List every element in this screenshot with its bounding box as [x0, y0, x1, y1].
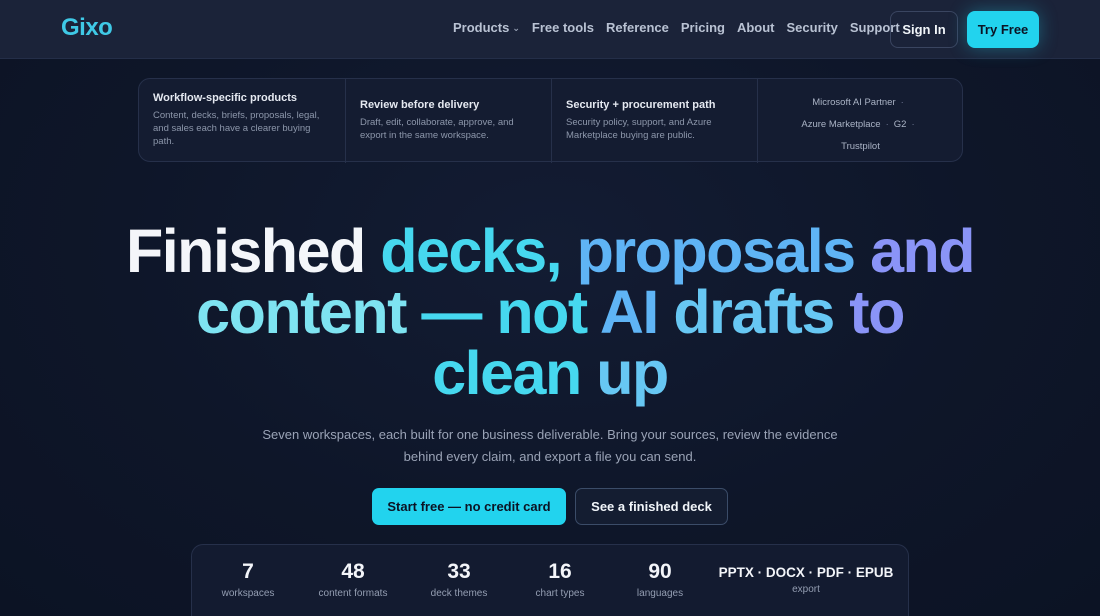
start-free-button[interactable]: Start free — no credit card: [372, 488, 566, 525]
feature-title: Workflow-specific products: [153, 92, 298, 104]
feature-title: Security + procurement path: [566, 99, 716, 111]
hero-subtitle: Seven workspaces, each built for one bus…: [262, 427, 838, 464]
nav-links: Products ⌄ Free tools Reference Pricing A…: [453, 20, 912, 35]
stat-workspaces: 7 workspaces: [207, 559, 289, 599]
hero-word: Finished: [125, 217, 366, 285]
badge-separator: ·: [885, 119, 889, 130]
feature-workflow-products: Workflow-specific products Content, deck…: [139, 79, 345, 163]
badge-trustpilot: Trustpilot: [841, 141, 880, 152]
stat-label: chart types: [535, 588, 585, 599]
stat-content-formats: 48 content formats: [303, 559, 403, 599]
stat-label: content formats: [318, 588, 388, 599]
trust-badges: Microsoft AI Partner · Azure Marketplace ·…: [757, 79, 963, 163]
nav-link-reference[interactable]: Reference: [606, 20, 669, 35]
badge-g2: G2: [893, 119, 907, 130]
badge-separator: ·: [900, 97, 904, 108]
hero-word: proposals: [576, 217, 857, 285]
stat-value: 33: [447, 560, 471, 583]
hero-word: and: [870, 217, 975, 285]
badge-line: Trustpilot: [768, 136, 953, 158]
stat-value: PPTX · DOCX · PDF · EPUB: [718, 565, 894, 580]
nav-link-pricing[interactable]: Pricing: [681, 20, 725, 35]
stat-label: workspaces: [221, 588, 275, 599]
hero-word: not: [496, 278, 588, 346]
feature-review-before-delivery: Review before delivery Draft, edit, coll…: [345, 79, 551, 163]
hero-word: drafts: [673, 278, 835, 346]
feature-title: Review before delivery: [360, 99, 480, 111]
hero-title: Finished decks, proposals and content — …: [0, 221, 1100, 404]
stat-deck-themes: 33 deck themes: [414, 559, 504, 599]
stat-chart-types: 16 chart types: [515, 559, 605, 599]
badge-line: Microsoft AI Partner ·: [768, 92, 953, 114]
stat-label: languages: [636, 588, 684, 599]
stat-label: export: [792, 584, 820, 595]
badge-separator: ·: [911, 119, 915, 130]
nav-link-security[interactable]: Security: [787, 20, 838, 35]
stat-export: PPTX · DOCX · PDF · EPUB export: [716, 559, 896, 595]
nav-link-label: Products: [453, 20, 510, 35]
nav-link-about[interactable]: About: [737, 20, 775, 35]
stat-value: 48: [341, 560, 365, 583]
hero-word: up: [596, 339, 669, 407]
nav-link-free-tools[interactable]: Free tools: [532, 20, 594, 35]
chevron-down-icon: ⌄: [512, 23, 520, 33]
hero-word: content: [196, 278, 407, 346]
feature-description: Security policy, support, and Azure Mark…: [566, 117, 712, 141]
hero-word: AI: [599, 278, 660, 346]
hero-word: clean: [432, 339, 582, 407]
see-finished-deck-button[interactable]: See a finished deck: [575, 488, 728, 525]
stat-value: 16: [548, 560, 572, 583]
feature-panel: Workflow-specific products Content, deck…: [138, 78, 963, 163]
nav-link-products[interactable]: Products ⌄: [453, 20, 520, 35]
hero-word: to: [849, 278, 905, 346]
badge-azure-marketplace: Azure Marketplace: [801, 119, 881, 130]
brand-logo[interactable]: Gixo: [61, 14, 113, 42]
top-nav: Gixo Products ⌄ Free tools Reference Pric…: [0, 0, 1100, 59]
hero-word: —: [421, 278, 482, 346]
stat-languages: 90 languages: [615, 559, 705, 599]
stat-value: 7: [242, 560, 254, 583]
feature-description: Draft, edit, collaborate, approve, and e…: [360, 117, 514, 141]
feature-description: Content, decks, briefs, proposals, legal…: [153, 110, 320, 147]
hero-word: decks,: [380, 217, 562, 285]
sign-in-button[interactable]: Sign In: [890, 11, 958, 48]
stat-label: deck themes: [430, 588, 488, 599]
stats-bar: 7 workspaces 48 content formats 33 deck …: [191, 544, 909, 616]
try-free-button[interactable]: Try Free: [967, 11, 1039, 48]
badge-line: Azure Marketplace · G2 ·: [768, 114, 953, 136]
badge-microsoft-ai-partner: Microsoft AI Partner: [812, 97, 896, 108]
stat-value: 90: [648, 560, 672, 583]
feature-security-procurement: Security + procurement path Security pol…: [551, 79, 757, 163]
